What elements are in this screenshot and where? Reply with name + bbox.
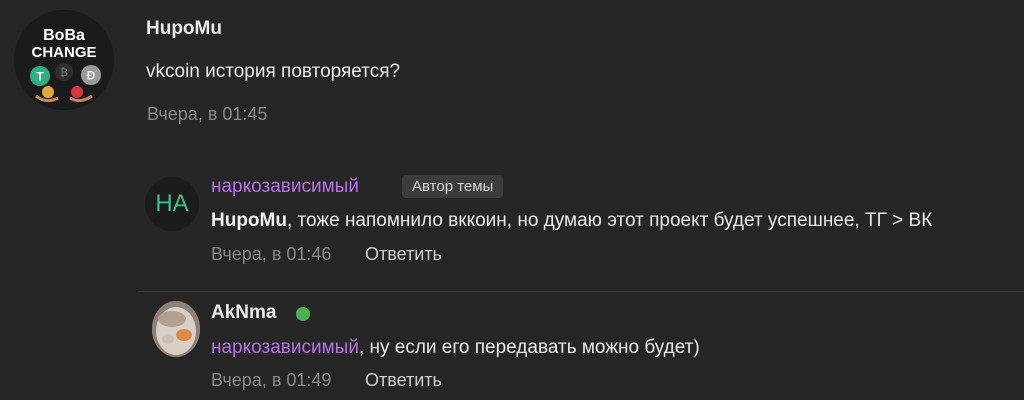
svg-text:CHANGE: CHANGE — [31, 44, 96, 61]
reply-author[interactable]: наркозависимый — [211, 176, 359, 198]
reply-avatar[interactable] — [152, 301, 200, 357]
comments-thread: BoBa CHANGE T ₿ Ð HupoMu vkcoin история … — [0, 0, 1024, 400]
comment-author[interactable]: HupoMu — [146, 18, 222, 40]
divider — [138, 291, 1024, 292]
online-status-indicator — [296, 307, 310, 321]
reply-text: HupoMu, тоже напомнило вккоин, но думаю … — [211, 210, 932, 232]
comment-text: vkcoin история повторяется? — [146, 61, 401, 82]
reply-author[interactable]: AkNma — [211, 302, 276, 324]
comment-timestamp: Вчера, в 01:45 — [147, 104, 268, 124]
reply-button[interactable]: Ответить — [365, 244, 442, 265]
reply-text-body: , ну если его передавать можно будет) — [358, 337, 700, 358]
svg-text:Ð: Ð — [87, 69, 96, 83]
boba-change-logo: BoBa CHANGE T ₿ Ð — [14, 10, 114, 110]
svg-text:T: T — [36, 70, 44, 84]
reply-mention[interactable]: наркозависимый — [211, 337, 359, 358]
topic-author-badge: Автор темы — [402, 175, 504, 198]
reply-timestamp: Вчера, в 01:46 — [211, 244, 332, 264]
reply-button[interactable]: Ответить — [365, 370, 442, 391]
reply-timestamp: Вчера, в 01:49 — [211, 370, 332, 390]
user-photo-avatar — [152, 301, 200, 357]
avatar-initials: НА — [155, 190, 189, 217]
reply-text-body: , тоже напомнило вккоин, но думаю этот п… — [286, 210, 933, 231]
reply-mention[interactable]: HupoMu — [211, 210, 287, 231]
svg-text:₿: ₿ — [60, 67, 68, 79]
reply-text: наркозависимый, ну если его передавать м… — [211, 337, 700, 359]
author-avatar-main[interactable]: BoBa CHANGE T ₿ Ð — [14, 10, 114, 110]
reply-avatar[interactable]: НА — [145, 177, 199, 231]
svg-text:BoBa: BoBa — [43, 27, 85, 44]
